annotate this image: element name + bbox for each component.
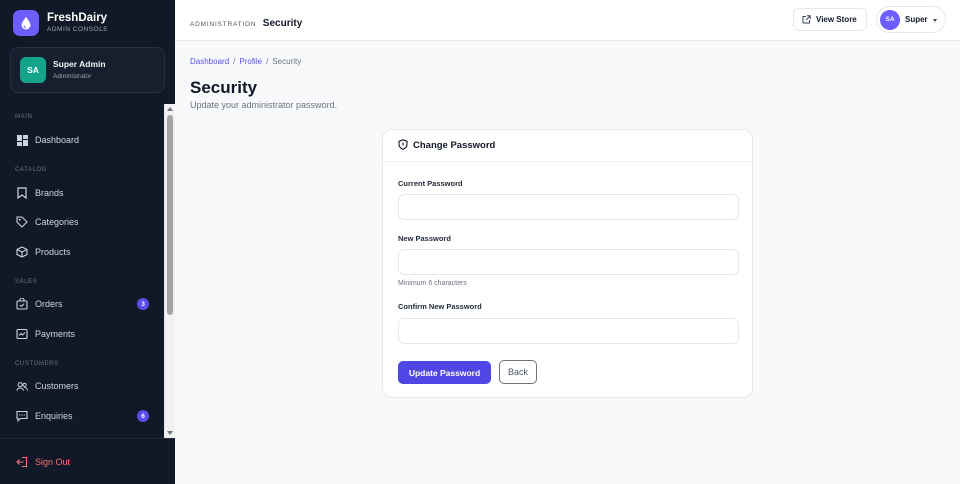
avatar: SA	[880, 9, 900, 30]
sidebar-item-categories[interactable]: Categories	[0, 208, 163, 236]
breadcrumb-separator: /	[233, 57, 236, 66]
view-store-label: View Store	[816, 15, 857, 24]
sidebar-item-label: Brands	[35, 188, 64, 198]
sidebar-item-orders[interactable]: Orders 3	[0, 290, 163, 318]
section-sales: SALES	[15, 279, 38, 285]
account-name: Super	[905, 15, 928, 24]
new-password-label: New Password	[398, 234, 451, 243]
back-button[interactable]: Back	[499, 360, 537, 384]
account-menu[interactable]: SA Super	[876, 6, 946, 33]
sidebar-item-payments[interactable]: Payments	[0, 320, 163, 348]
sidebar-item-label: Categories	[35, 217, 79, 227]
sidebar-item-brands[interactable]: Brands	[0, 179, 163, 207]
bag-check-icon	[16, 298, 28, 310]
sidebar-item-label: Products	[35, 247, 71, 257]
page-subtitle: Update your administrator password.	[190, 100, 338, 110]
breadcrumb-current: Security	[272, 57, 302, 66]
top-title: ADMINISTRATION Security	[190, 14, 302, 30]
top-kicker: ADMINISTRATION	[190, 21, 257, 28]
user-name: Super Admin	[53, 59, 106, 69]
sign-out-label: Sign Out	[35, 456, 71, 467]
sidebar-item-label: Payments	[35, 329, 76, 339]
chevron-down-icon	[933, 19, 937, 22]
top-page-title: Security	[262, 18, 303, 29]
scroll-thumb[interactable]	[167, 115, 173, 315]
sidebar-scrollbar[interactable]	[164, 104, 175, 438]
sidebar: FreshDairy ADMIN CONSOLE SA Super Admin …	[0, 0, 175, 484]
bookmark-icon	[16, 187, 28, 199]
section-catalog: CATALOG	[15, 167, 47, 173]
view-store-button[interactable]: View Store	[793, 8, 867, 31]
section-customers: CUSTOMERS	[15, 361, 59, 367]
avatar: SA	[20, 57, 46, 83]
sign-out-icon	[16, 456, 28, 468]
user-role: Administrator	[53, 72, 92, 80]
sidebar-item-products[interactable]: Products	[0, 238, 163, 266]
card-header: Change Password	[383, 130, 752, 162]
breadcrumb-separator: /	[266, 57, 269, 66]
breadcrumb-profile[interactable]: Profile	[239, 57, 262, 66]
sign-out-button[interactable]: Sign Out	[0, 438, 175, 484]
brand-subtitle: ADMIN CONSOLE	[47, 25, 109, 33]
change-password-card: Change Password Current Password New Pas…	[382, 129, 753, 398]
sidebar-item-label: Enquiries	[35, 411, 73, 421]
external-link-icon	[802, 11, 811, 29]
sidebar-nav: MAIN Dashboard CATALOG Brands Categories…	[0, 104, 163, 438]
new-password-help: Minimum 6 characters	[398, 280, 467, 287]
people-icon	[16, 380, 28, 392]
sidebar-item-label: Dashboard	[35, 135, 80, 145]
brand-name: FreshDairy	[47, 12, 108, 24]
sidebar-item-dashboard[interactable]: Dashboard	[0, 126, 163, 154]
page-title: Security	[190, 78, 258, 97]
sidebar-item-enquiries[interactable]: Enquiries 6	[0, 402, 163, 430]
brand[interactable]: FreshDairy ADMIN CONSOLE	[0, 0, 175, 46]
orders-count-badge: 3	[137, 298, 149, 310]
section-main: MAIN	[15, 114, 33, 120]
chat-icon	[16, 410, 28, 422]
tag-icon	[16, 216, 28, 228]
current-password-input[interactable]	[398, 194, 739, 220]
sidebar-item-customers[interactable]: Customers	[0, 372, 163, 400]
receipt-icon	[16, 328, 28, 340]
update-password-button[interactable]: Update Password	[398, 361, 491, 384]
breadcrumb-dashboard[interactable]: Dashboard	[190, 57, 229, 66]
shield-icon	[398, 137, 408, 155]
current-password-label: Current Password	[398, 179, 463, 188]
droplet-logo-icon	[13, 10, 39, 36]
user-card[interactable]: SA Super Admin Administrator	[10, 47, 165, 93]
confirm-password-label: Confirm New Password	[398, 302, 482, 311]
scroll-down-icon[interactable]	[167, 431, 173, 435]
enquiries-count-badge: 6	[137, 410, 149, 422]
grid-icon	[16, 134, 28, 146]
sidebar-item-label: Orders	[35, 299, 63, 309]
topbar: ADMINISTRATION Security View Store SA Su…	[175, 0, 960, 41]
sidebar-item-label: Customers	[35, 381, 79, 391]
new-password-input[interactable]	[398, 249, 739, 275]
card-title: Change Password	[413, 140, 496, 151]
scroll-up-icon[interactable]	[167, 107, 173, 111]
breadcrumb: Dashboard / Profile / Security	[190, 57, 301, 66]
box-icon	[16, 246, 28, 258]
confirm-password-input[interactable]	[398, 318, 739, 344]
